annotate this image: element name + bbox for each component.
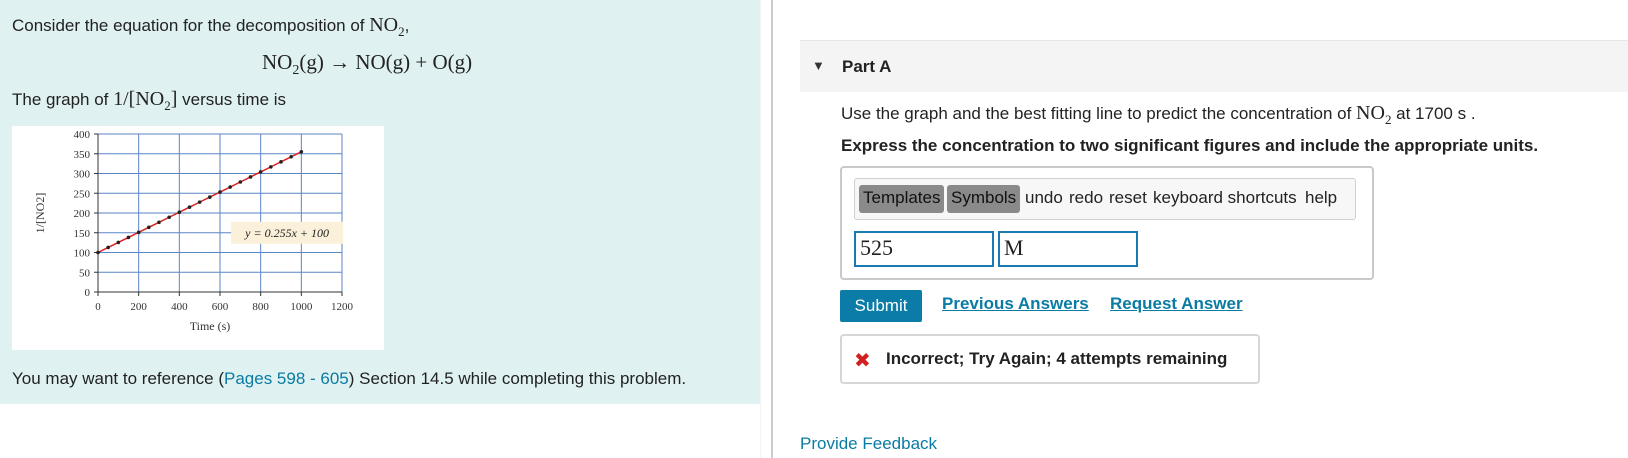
panel-gutter — [760, 0, 761, 458]
intro-text: Consider the equation for the decomposit… — [12, 14, 409, 40]
y-tick-label: 400 — [74, 129, 91, 141]
redo-button[interactable]: redo — [1065, 185, 1107, 213]
y-tick-label: 200 — [74, 208, 91, 220]
intro-suffix: , — [404, 16, 410, 35]
intro-prefix: Consider the equation for the decomposit… — [12, 16, 370, 35]
graph-caption: The graph of 1/[NO2] versus time is — [12, 88, 286, 114]
instruction-text: Express the concentration to two signifi… — [841, 136, 1539, 155]
data-point — [116, 240, 121, 245]
incorrect-x-icon: ✖ — [854, 350, 871, 372]
intro-formula: NO2 — [369, 14, 405, 39]
chart-svg: 0 200 400 600 800 1000 1200 0 50 100 150 200 250 300 3… — [33, 129, 354, 333]
reset-button[interactable]: reset — [1105, 185, 1151, 213]
data-point — [299, 149, 304, 154]
data-point — [289, 155, 293, 159]
math-toolbar: Templates Symbols undo redo reset keyboa… — [854, 178, 1356, 220]
x-tick-label: 200 — [130, 301, 147, 313]
data-point — [258, 170, 263, 174]
data-point — [157, 220, 161, 225]
y-tick-label: 100 — [74, 248, 91, 260]
data-point — [218, 190, 222, 194]
chart: 0 200 400 600 800 1000 1200 0 50 100 150 200 250 300 3… — [12, 126, 384, 350]
y-tick-label: 250 — [74, 188, 91, 200]
graph-caption-prefix: The graph of — [12, 90, 114, 109]
request-answer-link[interactable]: Request Answer — [1110, 294, 1243, 314]
question-suffix: at 1700 s . — [1391, 104, 1476, 123]
answer-box: Templates Symbols undo redo reset keyboa… — [840, 166, 1374, 280]
x-tick-label: 800 — [252, 301, 269, 313]
y-tick-label: 300 — [74, 169, 91, 181]
data-point — [279, 160, 283, 164]
x-tick-label: 1000 — [290, 301, 313, 313]
chart-labels: 0 200 400 600 800 1000 1200 0 50 100 150 200 250 300 3… — [33, 129, 354, 333]
graph-quantity: 1/[NO2] — [113, 88, 178, 113]
x-tick-label: 0 — [95, 301, 101, 313]
units-input[interactable]: M — [998, 231, 1138, 267]
reference-pages-link[interactable]: Pages 598 - 605 — [224, 369, 349, 388]
data-point — [96, 250, 100, 255]
reference-suffix: ) Section 14.5 while completing this pro… — [348, 369, 687, 388]
y-tick-label: 50 — [79, 267, 91, 279]
data-point — [197, 200, 202, 204]
equation-annotation: y = 0.255x + 100 — [244, 226, 329, 240]
x-tick-label: 400 — [171, 301, 188, 313]
panel-divider[interactable] — [771, 0, 773, 458]
x-axis-label: Time (s) — [190, 319, 231, 333]
value-input[interactable]: 525 — [854, 231, 994, 267]
part-title: Part A — [842, 57, 892, 76]
collapse-caret-icon[interactable]: ▼ — [812, 58, 825, 73]
chart-grid — [98, 133, 343, 292]
templates-button[interactable]: Templates — [859, 185, 945, 213]
feedback-box: ✖ Incorrect; Try Again; 4 attempts remai… — [840, 334, 1260, 384]
problem-panel: Consider the equation for the decomposit… — [0, 0, 760, 404]
reference-text: You may want to reference (Pages 598 - 6… — [12, 369, 686, 389]
y-tick-label: 0 — [85, 287, 91, 299]
data-point — [269, 165, 273, 169]
reaction-equation: NO2(g) → NO(g) + O(g) — [262, 50, 473, 79]
data-point — [106, 245, 110, 250]
data-point — [238, 180, 243, 184]
data-point — [167, 215, 171, 220]
x-tick-label: 600 — [212, 301, 229, 313]
data-point — [228, 185, 232, 189]
y-axis-label: 1/[NO2] — [33, 193, 47, 234]
data-point — [208, 195, 212, 199]
submit-button[interactable]: Submit — [840, 290, 922, 322]
data-point — [147, 225, 151, 230]
question-text: Use the graph and the best fitting line … — [841, 102, 1476, 128]
question-formula: NO2 — [1356, 102, 1392, 127]
feedback-message: Incorrect; Try Again; 4 attempts remaini… — [886, 349, 1228, 368]
graph-caption-suffix: versus time is — [177, 90, 287, 109]
data-point — [126, 235, 131, 240]
data-point — [136, 230, 141, 235]
data-point — [187, 205, 192, 209]
y-tick-label: 150 — [74, 228, 91, 240]
undo-button[interactable]: undo — [1021, 185, 1067, 213]
provide-feedback-link[interactable]: Provide Feedback — [800, 434, 937, 454]
part-a-header[interactable]: ▼ Part A — [800, 40, 1628, 92]
x-tick-label: 1200 — [331, 301, 354, 313]
reference-prefix: You may want to reference ( — [12, 369, 224, 388]
chart-axes — [94, 133, 343, 296]
keyboard-shortcuts-button[interactable]: keyboard shortcuts — [1149, 185, 1301, 213]
data-point — [248, 175, 253, 179]
previous-answers-link[interactable]: Previous Answers — [942, 294, 1089, 314]
data-point — [177, 210, 182, 215]
y-tick-label: 350 — [74, 149, 91, 161]
symbols-button[interactable]: Symbols — [947, 185, 1021, 213]
help-button[interactable]: help — [1301, 185, 1341, 213]
question-prefix: Use the graph and the best fitting line … — [841, 104, 1357, 123]
